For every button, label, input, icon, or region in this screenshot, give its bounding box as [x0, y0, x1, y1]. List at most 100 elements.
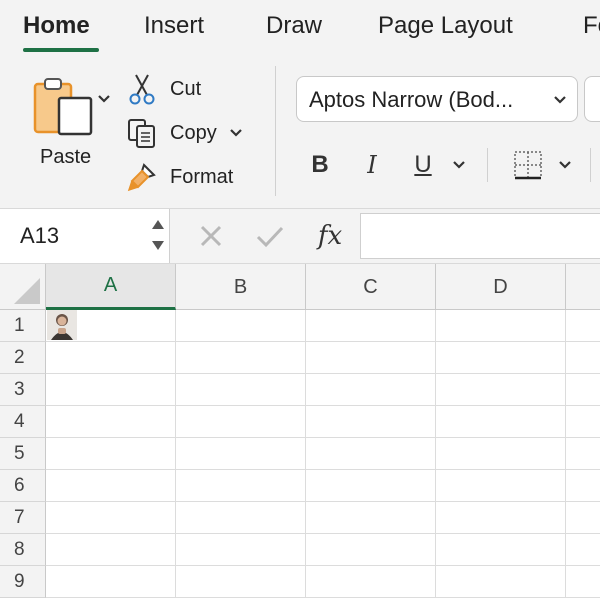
cell-d8[interactable] [436, 534, 566, 566]
select-all-triangle-icon [14, 278, 40, 304]
row-header-2[interactable]: 2 [0, 342, 46, 374]
formula-input[interactable] [360, 213, 600, 259]
cell-e6[interactable] [566, 470, 600, 502]
cut-label: Cut [170, 77, 202, 100]
cell-a1-picture[interactable] [47, 310, 77, 340]
column-header-partial[interactable] [566, 264, 600, 310]
cell-a8[interactable] [46, 534, 176, 566]
tab-home[interactable]: Home [23, 12, 90, 40]
cut-button[interactable]: Cut [124, 72, 201, 106]
format-label: Format [170, 165, 234, 188]
row-header-7[interactable]: 7 [0, 502, 46, 534]
cell-e1[interactable] [566, 310, 600, 342]
insert-function-button[interactable]: fx [312, 219, 348, 253]
cell-d4[interactable] [436, 406, 566, 438]
format-painter-button[interactable]: Format [124, 160, 233, 194]
cell-e9[interactable] [566, 566, 600, 598]
cell-e7[interactable] [566, 502, 600, 534]
cell-d9[interactable] [436, 566, 566, 598]
cell-c6[interactable] [306, 470, 436, 502]
row-header-4[interactable]: 4 [0, 406, 46, 438]
ribbon-tab-bar: Home Insert Draw Page Layout Fo [0, 0, 600, 56]
active-tab-indicator [23, 48, 99, 52]
font-dropdown-chevron-icon [554, 96, 566, 104]
worksheet-grid: A B C D 1 2 3 4 5 6 7 8 9 [0, 264, 600, 600]
cell-a7[interactable] [46, 502, 176, 534]
name-box-value: A13 [20, 223, 60, 248]
cell-e3[interactable] [566, 374, 600, 406]
cell-b3[interactable] [176, 374, 306, 406]
row-header-9[interactable]: 9 [0, 566, 46, 598]
ribbon-home-panel: Paste Cut Copy Format Aptos Narrow (Bod.… [0, 56, 600, 208]
cell-b5[interactable] [176, 438, 306, 470]
cell-c4[interactable] [306, 406, 436, 438]
cell-e8[interactable] [566, 534, 600, 566]
cell-e4[interactable] [566, 406, 600, 438]
tab-formulas-partial[interactable]: Fo [583, 12, 600, 40]
font-size-select[interactable] [584, 76, 600, 122]
tab-insert[interactable]: Insert [144, 12, 204, 40]
cancel-entry-button[interactable] [193, 219, 229, 253]
cell-b8[interactable] [176, 534, 306, 566]
cell-e2[interactable] [566, 342, 600, 374]
cell-a3[interactable] [46, 374, 176, 406]
column-header-d[interactable]: D [436, 264, 566, 310]
cell-a6[interactable] [46, 470, 176, 502]
cell-a9[interactable] [46, 566, 176, 598]
fx-icon: fx [317, 221, 343, 251]
cell-c7[interactable] [306, 502, 436, 534]
cell-a5[interactable] [46, 438, 176, 470]
cell-a4[interactable] [46, 406, 176, 438]
copy-button[interactable]: Copy [124, 116, 243, 150]
row-header-5[interactable]: 5 [0, 438, 46, 470]
row-header-8[interactable]: 8 [0, 534, 46, 566]
column-header-a[interactable]: A [46, 264, 176, 310]
row-header-6[interactable]: 6 [0, 470, 46, 502]
cell-a2[interactable] [46, 342, 176, 374]
tab-draw[interactable]: Draw [266, 12, 322, 40]
column-header-c[interactable]: C [306, 264, 436, 310]
cell-c8[interactable] [306, 534, 436, 566]
cell-c5[interactable] [306, 438, 436, 470]
x-cancel-icon [200, 225, 222, 247]
cell-c9[interactable] [306, 566, 436, 598]
name-box[interactable]: A13 [0, 209, 170, 263]
scissors-icon [124, 72, 160, 106]
cell-d7[interactable] [436, 502, 566, 534]
font-name-select[interactable]: Aptos Narrow (Bod... [296, 76, 578, 122]
italic-button[interactable]: I [355, 148, 389, 182]
cell-b9[interactable] [176, 566, 306, 598]
formula-bar: A13 fx [0, 208, 600, 264]
cell-c1[interactable] [306, 310, 436, 342]
cell-b4[interactable] [176, 406, 306, 438]
borders-button[interactable] [511, 148, 545, 182]
borders-dropdown-chevron-icon[interactable] [558, 160, 572, 170]
tab-page-layout[interactable]: Page Layout [378, 12, 513, 40]
cell-b7[interactable] [176, 502, 306, 534]
bold-button[interactable]: B [303, 148, 337, 182]
cell-d6[interactable] [436, 470, 566, 502]
paste-dropdown-chevron-icon[interactable] [97, 94, 111, 104]
row-header-3[interactable]: 3 [0, 374, 46, 406]
cell-d3[interactable] [436, 374, 566, 406]
underline-dropdown-chevron-icon[interactable] [452, 160, 466, 170]
row-header-1[interactable]: 1 [0, 310, 46, 342]
cell-d5[interactable] [436, 438, 566, 470]
cell-d1[interactable] [436, 310, 566, 342]
font-name-value: Aptos Narrow (Bod... [309, 87, 514, 112]
cell-c2[interactable] [306, 342, 436, 374]
checkmark-icon [256, 226, 284, 248]
cell-c3[interactable] [306, 374, 436, 406]
underline-button[interactable]: U [406, 148, 440, 182]
copy-dropdown-chevron-icon[interactable] [229, 128, 243, 138]
column-header-b[interactable]: B [176, 264, 306, 310]
confirm-entry-button[interactable] [252, 219, 288, 253]
cell-b2[interactable] [176, 342, 306, 374]
select-all-corner[interactable] [0, 264, 46, 310]
name-box-stepper-icon[interactable] [150, 217, 166, 253]
cell-e5[interactable] [566, 438, 600, 470]
cell-d2[interactable] [436, 342, 566, 374]
format-painter-brush-icon [124, 160, 160, 194]
cell-b6[interactable] [176, 470, 306, 502]
cell-b1[interactable] [176, 310, 306, 342]
